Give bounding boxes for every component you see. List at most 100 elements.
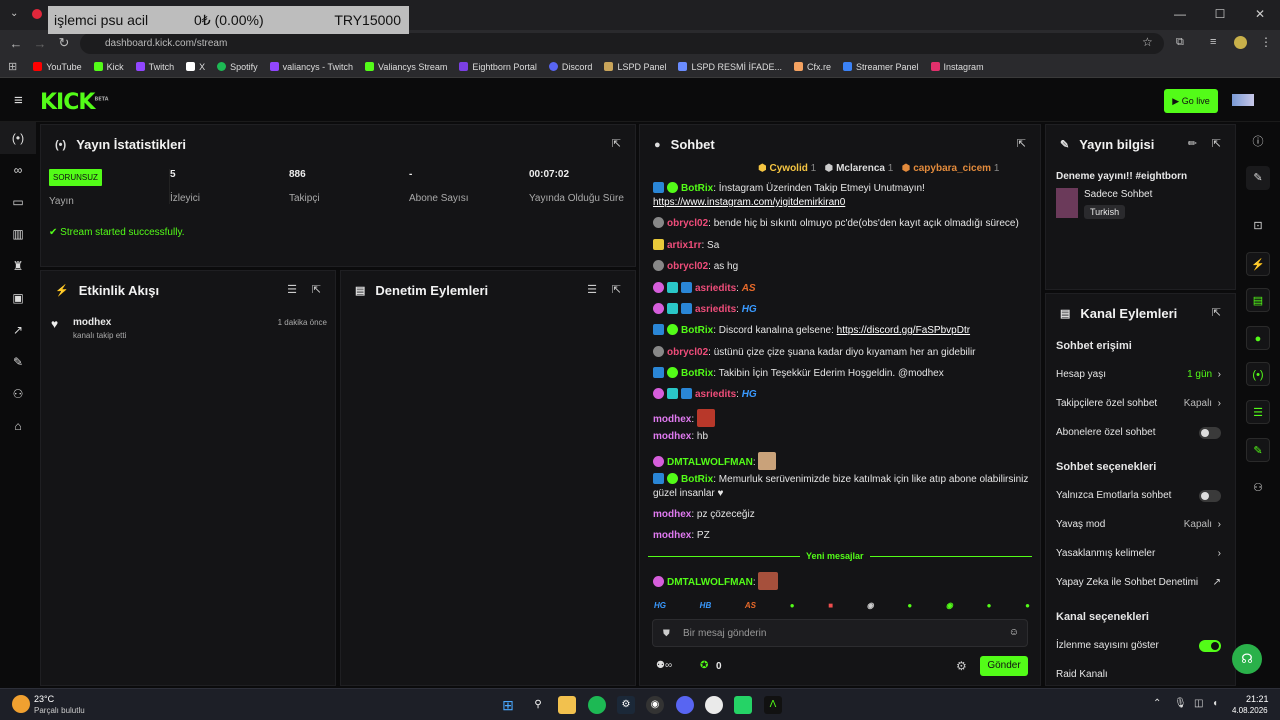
raid-channel-row[interactable]: Raid Kanalı xyxy=(1056,669,1108,680)
kick-logo[interactable]: KICKBETA xyxy=(40,90,109,115)
bookmark[interactable]: Streamer Panel xyxy=(843,62,919,72)
ai-moderation-row[interactable]: Yapay Zeka ile Sohbet Denetimi xyxy=(1056,577,1198,588)
users-icon[interactable]: ⚇ xyxy=(1246,476,1270,500)
dashboard-icon[interactable]: ⌂ xyxy=(0,410,36,442)
bookmark[interactable]: Instagram xyxy=(930,62,984,72)
reload-icon[interactable]: ↻ xyxy=(52,35,76,51)
clock-time[interactable]: 21:21 xyxy=(1246,694,1269,704)
url-field[interactable]: dashboard.kick.com/stream xyxy=(80,33,1164,54)
bookmark[interactable]: X xyxy=(186,62,205,72)
whatsapp-icon[interactable] xyxy=(734,696,752,714)
bookmark[interactable]: Twitch xyxy=(135,62,174,72)
list-icon[interactable]: ☰ xyxy=(1246,400,1270,424)
info-icon[interactable]: ⓘ xyxy=(1246,130,1270,154)
wrench-icon[interactable]: ✎ xyxy=(0,346,36,378)
focus-icon[interactable]: ⊡ xyxy=(1246,214,1270,238)
volume-icon[interactable]: ◖ xyxy=(1212,698,1218,709)
slow-mode-row[interactable]: Yavaş mod xyxy=(1056,519,1105,530)
emote[interactable]: ■ xyxy=(828,601,833,610)
discord-link[interactable]: https://discord.gg/FaSPbvpDtr xyxy=(837,325,970,336)
send-button[interactable]: Gönder xyxy=(980,656,1028,676)
emote[interactable]: ◉ xyxy=(946,601,953,610)
emote-only-toggle[interactable] xyxy=(1199,490,1221,502)
followers-only-value[interactable]: Kapalı › xyxy=(1184,398,1221,409)
emote[interactable]: HB xyxy=(700,601,712,610)
steam-icon[interactable]: ⚙ xyxy=(617,696,635,714)
gear-icon[interactable]: ⚙ xyxy=(956,659,967,673)
chrome-icon[interactable] xyxy=(705,696,723,714)
network-icon[interactable]: ◫ xyxy=(1194,698,1203,709)
bookmark[interactable]: valiancys - Twitch xyxy=(269,62,353,72)
show-viewers-toggle[interactable] xyxy=(1199,640,1221,652)
popout-icon[interactable]: ⇱ xyxy=(1212,137,1221,150)
obs-icon[interactable]: ◉ xyxy=(646,696,664,714)
bolt-icon[interactable]: ⚡ xyxy=(1246,252,1270,276)
go-live-button[interactable]: ▶ Go live xyxy=(1164,89,1218,113)
file-explorer-icon[interactable] xyxy=(558,696,576,714)
settings-users-icon[interactable]: ⚉∞ xyxy=(656,660,672,671)
filter-icon[interactable]: ☰ xyxy=(587,283,597,296)
bookmark[interactable]: YouTube xyxy=(33,62,82,72)
profile-avatar[interactable] xyxy=(1234,36,1247,49)
popout-icon[interactable]: ⇱ xyxy=(1017,137,1026,150)
weather-temp[interactable]: 23°C xyxy=(34,694,54,704)
broadcast-icon[interactable]: (•) xyxy=(1246,362,1270,386)
broadcast-icon[interactable]: (•) xyxy=(0,122,36,154)
chart-icon[interactable]: ▥ xyxy=(0,218,36,250)
maximize-icon[interactable]: ☐ xyxy=(1200,0,1240,28)
edit-icon[interactable]: ✏ xyxy=(1188,137,1197,150)
emote[interactable]: ● xyxy=(907,601,912,610)
emoji-icon[interactable]: ☺ xyxy=(1009,627,1019,638)
forward-icon[interactable]: → xyxy=(28,36,52,51)
search-icon[interactable]: ⚲ xyxy=(529,696,547,714)
new-messages-label[interactable]: Yeni mesajlar xyxy=(800,551,870,561)
users-icon[interactable]: ⚇ xyxy=(0,378,36,410)
app-icon[interactable]: Λ xyxy=(764,696,782,714)
window-icon[interactable]: ▭ xyxy=(0,186,36,218)
popout-icon[interactable]: ⇱ xyxy=(612,283,621,296)
chat-message-link[interactable]: https://www.instagram.com/yigitdemirkira… xyxy=(653,197,845,208)
tag-chip[interactable]: Turkish xyxy=(1084,205,1126,219)
user-avatar[interactable] xyxy=(1232,94,1254,106)
windows-start-icon[interactable]: ⊞ xyxy=(499,696,517,714)
emote[interactable]: AS xyxy=(745,601,756,610)
weather-desc[interactable]: Parçalı bulutlu xyxy=(34,706,85,715)
wrench-icon[interactable]: ✎ xyxy=(1246,438,1270,462)
hamburger-menu-icon[interactable]: ≡ xyxy=(14,92,23,109)
extensions-icon[interactable]: ⧉ xyxy=(1176,36,1184,49)
close-icon[interactable]: ✕ xyxy=(1240,0,1280,28)
emote[interactable]: HG xyxy=(654,601,666,610)
chat-input[interactable]: ⛊ Bir mesaj gönderin ☺ xyxy=(652,619,1028,647)
bookmark-star-icon[interactable]: ☆ xyxy=(1142,35,1153,49)
banned-words-row[interactable]: Yasaklanmış kelimeler xyxy=(1056,548,1155,559)
clock-date[interactable]: 4.08.2026 xyxy=(1232,706,1268,715)
analytics-icon[interactable]: ↗ xyxy=(0,314,36,346)
bookmark[interactable]: Discord xyxy=(548,62,592,72)
popout-icon[interactable]: ⇱ xyxy=(312,283,321,296)
minimize-icon[interactable]: — xyxy=(1160,0,1200,28)
media-icon[interactable]: ▣ xyxy=(0,282,36,314)
slow-mode-value[interactable]: Kapalı › xyxy=(1184,519,1221,530)
media-icon[interactable]: ≡ xyxy=(1210,36,1216,48)
chat-bubble-icon[interactable]: ● xyxy=(1246,326,1270,350)
popout-icon[interactable]: ⇱ xyxy=(612,137,621,150)
category-name[interactable]: Sadece Sohbet xyxy=(1084,189,1152,200)
emote[interactable]: ● xyxy=(790,601,795,610)
bookmark[interactable]: Cfx.re xyxy=(794,62,831,72)
chevron-right-icon[interactable]: › xyxy=(1218,548,1221,559)
filter-icon[interactable]: ☰ xyxy=(287,283,297,296)
pencil-icon[interactable]: ✎ xyxy=(1246,166,1270,190)
support-headset-icon[interactable]: ☊ xyxy=(1232,644,1262,674)
bookmark[interactable]: Eightborn Portal xyxy=(459,62,537,72)
followers-only-row[interactable]: Takipçilere özel sohbet xyxy=(1056,398,1157,409)
emote[interactable]: ● xyxy=(1025,601,1030,610)
tab-menu-icon[interactable]: ⌄ xyxy=(10,8,18,19)
account-age-row[interactable]: Hesap yaşı xyxy=(1056,369,1106,380)
subs-only-toggle[interactable] xyxy=(1199,427,1221,439)
menu-dots-icon[interactable]: ⋮ xyxy=(1260,35,1272,49)
document-icon[interactable]: ▤ xyxy=(1246,288,1270,312)
popout-icon[interactable]: ⇱ xyxy=(1212,306,1221,319)
apps-grid-icon[interactable]: ⊞ xyxy=(8,60,17,73)
account-age-value[interactable]: 1 gün › xyxy=(1187,369,1221,380)
bookmark[interactable]: LSPD RESMİ İFADE... xyxy=(678,62,782,72)
